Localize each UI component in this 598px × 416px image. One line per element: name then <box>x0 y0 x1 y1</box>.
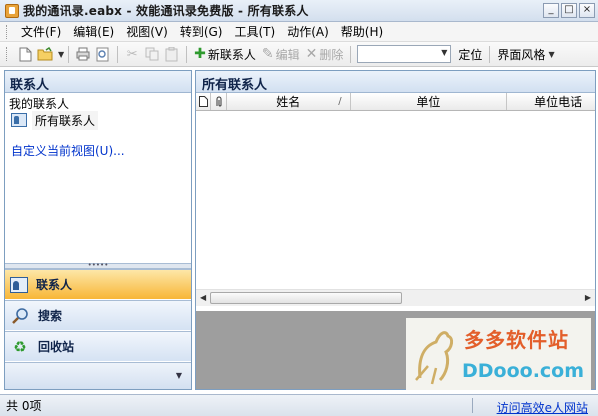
scroll-thumb[interactable] <box>210 292 402 304</box>
ui-style-label: 界面风格 <box>497 47 546 62</box>
scroll-left-icon[interactable]: ◀ <box>200 293 206 302</box>
recycle-icon: ♻ <box>13 337 27 356</box>
watermark: 多多软件站 DDooo.com <box>406 318 591 390</box>
locate-combo[interactable]: ▼ <box>357 45 452 63</box>
minimize-button[interactable]: _ <box>543 3 559 18</box>
website-link[interactable]: 访问高效e人网站 <box>497 399 588 416</box>
column-company-phone[interactable]: 单位电话 <box>507 93 595 110</box>
new-file-icon[interactable] <box>17 46 33 62</box>
toolbar-separator <box>489 45 491 63</box>
column-company[interactable]: 单位 <box>351 93 508 110</box>
tree-item-label: 所有联系人 <box>32 110 99 130</box>
menu-tools[interactable]: 工具(T) <box>228 23 281 40</box>
combo-chevron-down-icon[interactable]: ▼ <box>441 48 447 57</box>
status-bar: 共 0项 访问高效e人网站 <box>0 394 598 416</box>
locate-button[interactable]: 定位 <box>455 46 485 63</box>
cut-icon[interactable]: ✂ <box>124 46 140 62</box>
left-panel: 联系人 我的联系人 所有联系人 自定义当前视图(U)... ••••• 联系人 … <box>4 70 192 390</box>
maximize-button[interactable]: □ <box>561 3 577 18</box>
print-preview-icon[interactable] <box>95 46 111 62</box>
menu-bar: 文件(F) 编辑(E) 视图(V) 转到(G) 工具(T) 动作(A) 帮助(H… <box>0 22 598 42</box>
edit-button[interactable]: ✎ 编辑 <box>259 46 303 63</box>
tree-item-all-contacts[interactable]: 所有联系人 <box>11 110 191 130</box>
delete-button[interactable]: ✕ 删除 <box>303 46 347 63</box>
delete-x-icon: ✕ <box>305 46 318 62</box>
my-contacts-header[interactable]: 我的联系人 <box>5 93 191 111</box>
watermark-cn-text: 多多软件站 <box>464 328 569 352</box>
nav-search-label: 搜索 <box>38 309 63 323</box>
menu-help[interactable]: 帮助(H) <box>335 23 389 40</box>
edit-label: 编辑 <box>275 47 300 62</box>
toolbar-separator <box>117 45 119 63</box>
contact-card-icon <box>11 113 27 127</box>
horizontal-scrollbar[interactable]: ◀ ▶ <box>196 289 595 306</box>
ui-style-button[interactable]: 界面风格 ▼ <box>494 46 557 63</box>
menu-actions[interactable]: 动作(A) <box>281 23 335 40</box>
plus-icon: ✚ <box>194 46 206 62</box>
new-contact-label: 新联系人 <box>207 47 256 62</box>
grid-header: 姓名 单位 单位电话 <box>196 93 595 111</box>
column-name[interactable]: 姓名 <box>227 93 351 110</box>
scroll-right-icon[interactable]: ▶ <box>585 293 591 302</box>
menubar-grip[interactable] <box>6 24 9 39</box>
paste-icon[interactable] <box>164 46 180 62</box>
contact-card-icon <box>10 276 28 293</box>
chevron-down-icon: ▼ <box>548 49 555 59</box>
status-separator <box>472 398 473 413</box>
custom-view-link[interactable]: 自定义当前视图(U)... <box>11 142 191 159</box>
delete-label: 删除 <box>319 47 344 62</box>
menu-edit[interactable]: 编辑(E) <box>67 23 120 40</box>
toolbar-separator <box>68 45 70 63</box>
nav-contacts[interactable]: 联系人 <box>5 269 191 299</box>
nav-recycle[interactable]: ♻ 回收站 <box>5 331 191 361</box>
title-bar: 我的通讯录.eabx - 效能通讯录免费版 - 所有联系人 _ □ × <box>0 0 598 22</box>
copy-icon[interactable] <box>144 46 160 62</box>
menu-view[interactable]: 视图(V) <box>120 23 174 40</box>
watermark-en-text: DDooo.com <box>462 360 585 382</box>
left-panel-title: 联系人 <box>5 71 191 93</box>
pencil-icon: ✎ <box>261 46 274 62</box>
toolbar-separator <box>186 45 188 63</box>
nav-recycle-label: 回收站 <box>38 340 75 354</box>
nav-search[interactable]: 搜索 <box>5 300 191 330</box>
window-title: 我的通讯录.eabx - 效能通讯录免费版 - 所有联系人 <box>23 4 309 18</box>
column-type-icon[interactable] <box>196 93 212 110</box>
nav-footer: ▼ <box>5 362 191 389</box>
app-icon[interactable] <box>5 3 19 18</box>
right-panel-title: 所有联系人 <box>196 71 595 93</box>
contact-grid-body[interactable] <box>196 111 595 289</box>
new-contact-button[interactable]: ✚ 新联系人 <box>191 46 259 63</box>
menu-goto[interactable]: 转到(G) <box>174 23 229 40</box>
toolbar-grip[interactable] <box>6 47 9 61</box>
print-icon[interactable] <box>75 46 91 62</box>
magnifier-icon <box>10 307 30 325</box>
close-button[interactable]: × <box>579 3 595 18</box>
column-attachment-icon[interactable] <box>211 93 227 110</box>
nav-contacts-label: 联系人 <box>36 278 73 292</box>
nav-options-chevron-icon[interactable]: ▼ <box>176 371 182 380</box>
open-dropdown-icon[interactable]: ▼ <box>58 50 64 59</box>
toolbar: ▼ ✂ ✚ 新联系人 ✎ 编辑 ✕ 删除 ▼ 定位 界面风格 ▼ <box>0 42 598 67</box>
toolbar-separator <box>350 45 352 63</box>
menu-file[interactable]: 文件(F) <box>15 23 67 40</box>
open-folder-icon[interactable] <box>37 46 53 62</box>
status-count: 共 0项 <box>6 399 42 413</box>
